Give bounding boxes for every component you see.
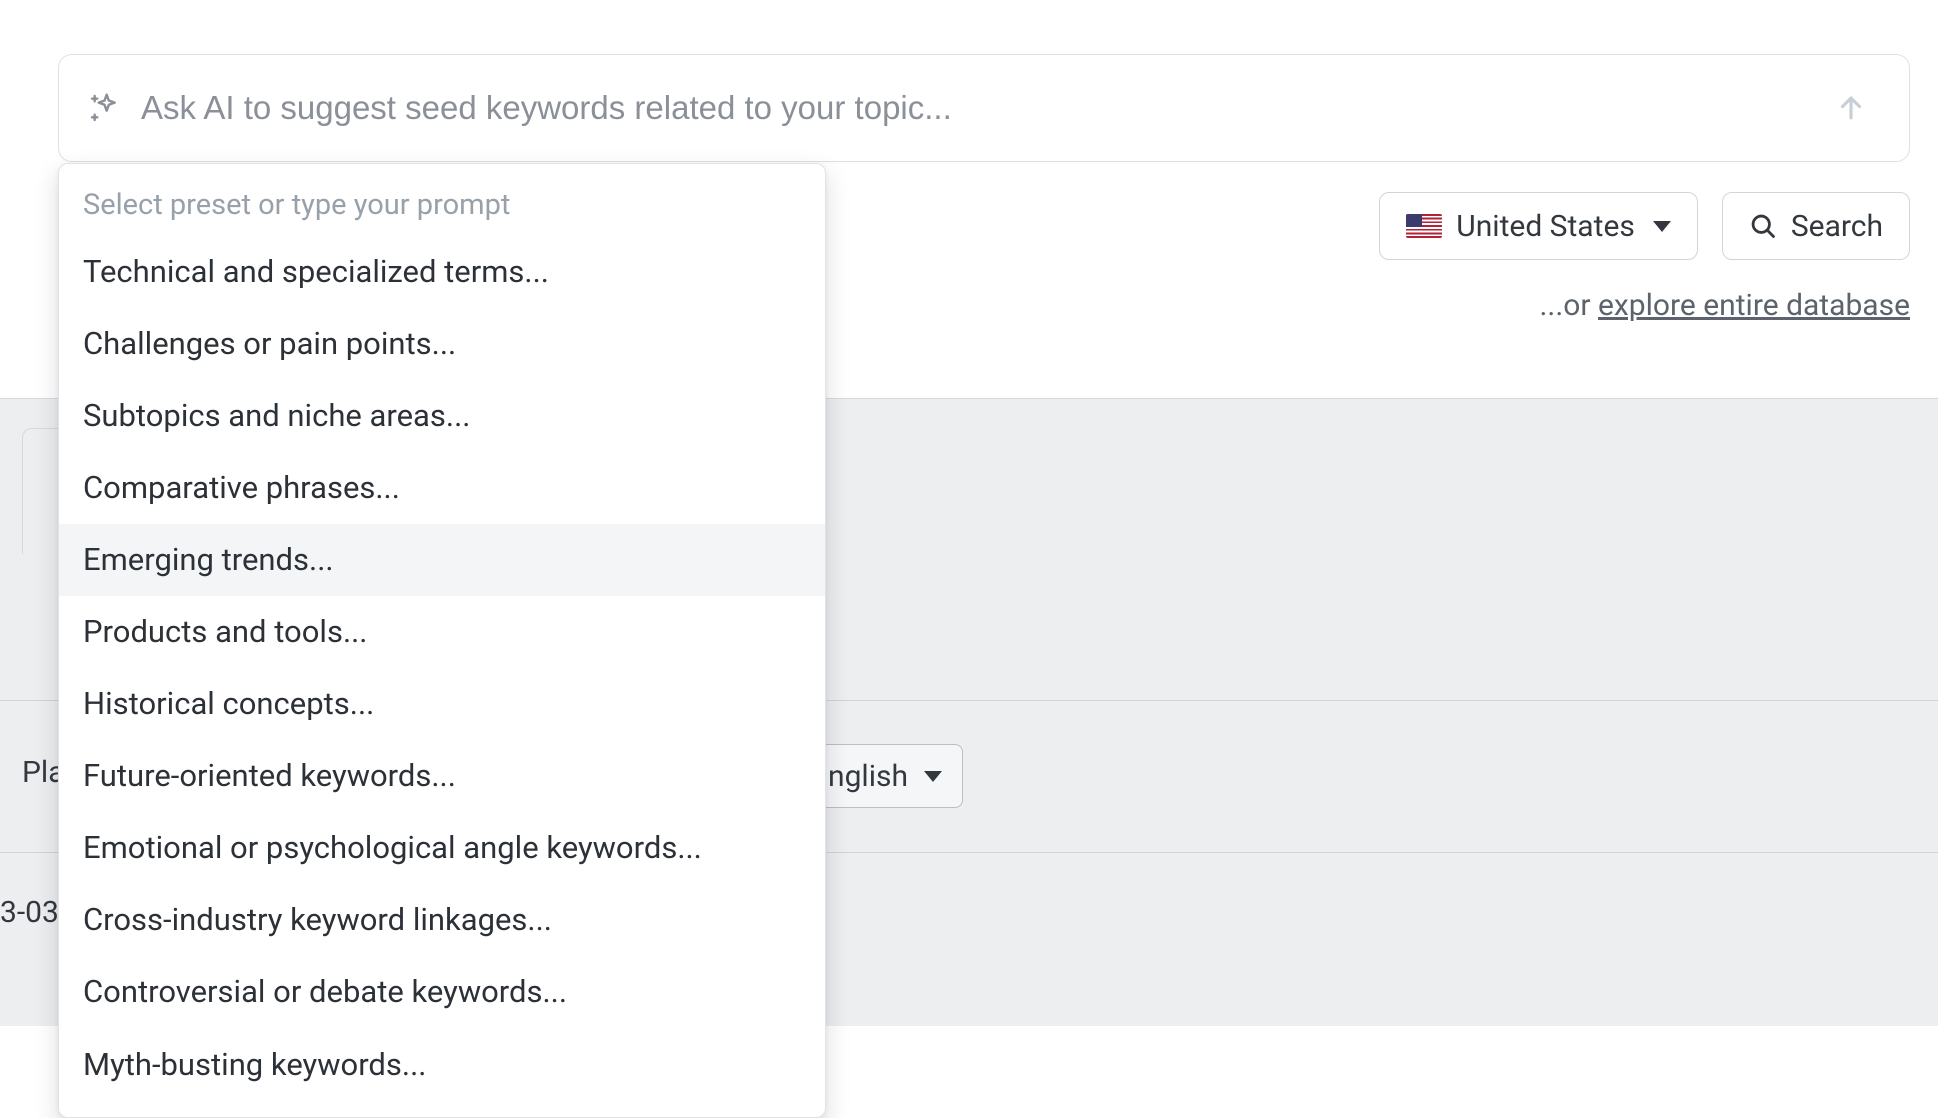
country-selector[interactable]: United States bbox=[1379, 192, 1698, 260]
preset-option[interactable]: Controversial or debate keywords... bbox=[59, 956, 825, 1028]
preset-option[interactable]: Myth-busting keywords... bbox=[59, 1029, 825, 1101]
preset-option[interactable]: Future-oriented keywords... bbox=[59, 740, 825, 812]
preset-option[interactable]: Products and tools... bbox=[59, 596, 825, 668]
chevron-down-icon bbox=[1653, 221, 1671, 232]
search-icon bbox=[1749, 212, 1777, 240]
search-button[interactable]: Search bbox=[1722, 192, 1910, 260]
preset-option[interactable]: Comparative phrases... bbox=[59, 452, 825, 524]
language-selector-label: nglish bbox=[828, 759, 908, 794]
submit-arrow-icon[interactable] bbox=[1829, 86, 1873, 130]
chevron-down-icon bbox=[924, 771, 942, 782]
preset-option[interactable]: Cross-industry keyword linkages... bbox=[59, 884, 825, 956]
preset-dropdown-header: Select preset or type your prompt bbox=[59, 182, 825, 236]
preset-option[interactable]: Emerging trends... bbox=[59, 524, 825, 596]
preset-option[interactable]: Historical concepts... bbox=[59, 668, 825, 740]
preset-option[interactable]: Subtopics and niche areas... bbox=[59, 380, 825, 452]
tab-stub bbox=[22, 428, 58, 554]
preset-option[interactable]: Emotional or psychological angle keyword… bbox=[59, 812, 825, 884]
preset-option[interactable]: Technical and specialized terms... bbox=[59, 236, 825, 308]
explore-database-line: ...or explore entire database bbox=[1540, 288, 1910, 323]
explore-database-link[interactable]: explore entire database bbox=[1598, 288, 1910, 323]
country-selector-label: United States bbox=[1456, 209, 1635, 244]
language-selector[interactable]: nglish bbox=[813, 744, 963, 808]
search-controls: United States Search ...or explore entir… bbox=[1379, 192, 1910, 323]
preset-option[interactable]: Challenges or pain points... bbox=[59, 308, 825, 380]
ai-prompt-input[interactable] bbox=[141, 89, 1829, 127]
ai-prompt-bar bbox=[58, 54, 1910, 162]
obscured-date: 3-03 bbox=[0, 895, 59, 930]
search-button-label: Search bbox=[1791, 209, 1883, 244]
sparkle-icon bbox=[85, 89, 123, 127]
preset-dropdown: Select preset or type your prompt Techni… bbox=[58, 163, 826, 1118]
us-flag-icon bbox=[1406, 214, 1442, 238]
explore-prefix: ...or bbox=[1540, 288, 1598, 323]
